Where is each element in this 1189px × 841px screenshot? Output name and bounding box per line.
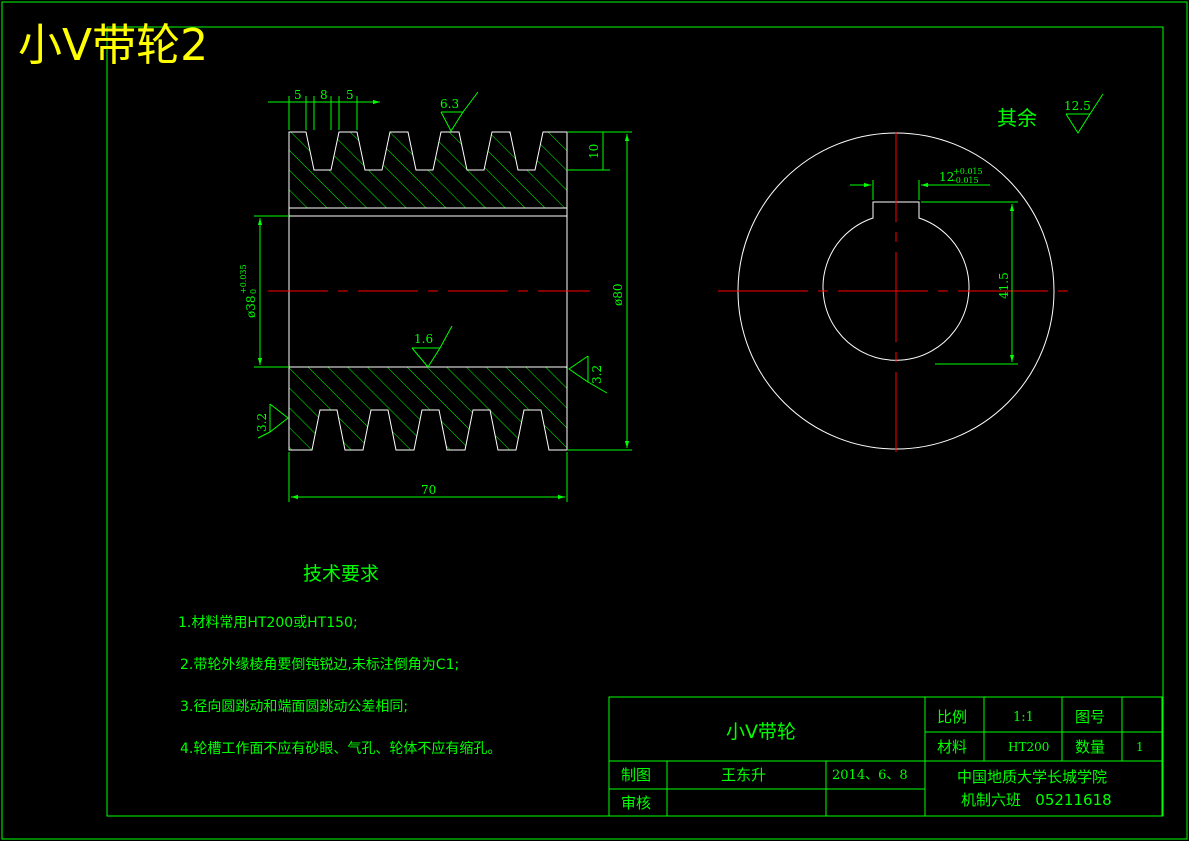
- scale-label: 比例: [937, 708, 967, 726]
- drawing-no-label: 图号: [1075, 708, 1105, 726]
- dim-groove-depth: 10: [587, 144, 601, 159]
- dim-keyway-width: 12: [939, 170, 954, 184]
- drawn-label: 制图: [621, 766, 651, 784]
- dim-keyway-tol-lower: -0.015: [953, 176, 979, 185]
- dim-bore-tol-lower: 0: [249, 289, 258, 294]
- part-name: 小V带轮: [726, 721, 796, 743]
- tech-item-4: 4.轮槽工作面不应有砂眼、气孔、轮体不应有缩孔。: [180, 740, 501, 757]
- roughness-bore: 1.6: [414, 332, 433, 346]
- checked-label: 审核: [621, 794, 651, 812]
- dim-groove-pitch: 8: [320, 88, 328, 102]
- bottom-hatch: [288, 366, 568, 451]
- section-view: 5 8 5 6.3 10 ø80 ø38 +0.035 0 1.6 3.2 3.…: [239, 88, 632, 502]
- dim-keyway-tol-upper: +0.015: [953, 167, 983, 176]
- remaining-label: 其余: [997, 106, 1037, 130]
- dim-bore-tol-upper: +0.035: [239, 264, 248, 294]
- tech-item-3: 3.径向圆跳动和端面圆跳动公差相同;: [180, 699, 408, 715]
- material-label: 材料: [937, 738, 967, 756]
- tech-item-2: 2.带轮外缘棱角要倒钝锐边,未标注倒角为C1;: [180, 657, 459, 673]
- tech-heading: 技术要求: [303, 563, 379, 585]
- dim-groove-width-2: 5: [346, 88, 354, 102]
- engineering-drawing: 小V带轮2 5 8 5 6.3 10 ø80 ø38 +0.035 0 1.6 …: [1, 1, 1188, 840]
- tech-requirements: 技术要求 1.材料常用HT200或HT150; 2.带轮外缘棱角要倒钝锐边,未标…: [178, 563, 501, 757]
- dim-keyway-depth: 41.5: [997, 272, 1011, 299]
- material-value: HT200: [1008, 740, 1049, 754]
- dim-outer-diameter: ø80: [611, 284, 625, 307]
- drawn-by: 王东升: [721, 766, 766, 784]
- roughness-groove: 6.3: [440, 97, 459, 111]
- top-hatch: [288, 131, 568, 209]
- drawing-title: 小V带轮2: [18, 20, 208, 71]
- dim-bore-diameter: ø38: [244, 296, 258, 319]
- class-id: 机制六班 05211618: [961, 791, 1112, 809]
- quantity-value: 1: [1136, 740, 1144, 754]
- scale-value: 1:1: [1013, 710, 1034, 725]
- tech-item-1: 1.材料常用HT200或HT150;: [178, 615, 358, 631]
- school-name: 中国地质大学长城学院: [957, 768, 1107, 786]
- quantity-label: 数量: [1075, 738, 1105, 756]
- dim-groove-width-1: 5: [294, 88, 302, 102]
- drawing-date: 2014、6、8: [832, 768, 908, 783]
- remaining-roughness: 12.5: [1064, 99, 1091, 113]
- roughness-left-face: 3.2: [255, 413, 269, 432]
- roughness-right-face: 3.2: [590, 365, 604, 384]
- end-view: 12 +0.015 -0.015 41.5 其余 12.5: [718, 93, 1104, 452]
- dim-length: 70: [421, 483, 436, 497]
